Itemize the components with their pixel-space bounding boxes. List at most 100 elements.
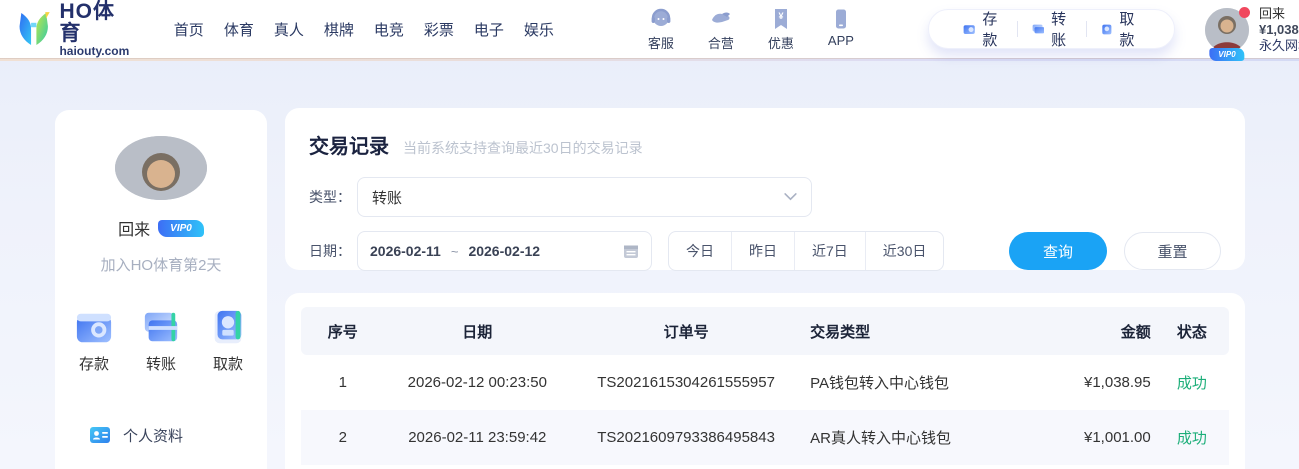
transaction-filter-card: 交易记录 当前系统支持查询最近30日的交易记录 类型： 转账 日期： 2026-… [285,108,1245,270]
user-balance: ¥1,038.95 [1259,22,1299,38]
range-yesterday-button[interactable]: 昨日 [731,232,794,270]
user-name: 回来 [1259,6,1299,22]
range-today-button[interactable]: 今日 [669,232,731,270]
status-badge: 成功 [1155,410,1229,465]
brand-domain: haiouty.com [59,45,131,58]
profile-name: 回来 [118,216,150,240]
cell-date: 2026-02-11 23:59:42 [385,410,571,465]
svg-text:¥: ¥ [778,11,783,21]
phone-icon [829,7,853,31]
header-order: 订单号 [570,307,802,355]
chevron-down-icon [784,193,797,201]
top-navbar: HO体育 haiouty.com 首页 体育 真人 棋牌 电竞 彩票 电子 娱乐… [0,0,1299,58]
nav-item-slots[interactable]: 电子 [474,19,504,40]
nav-item-entertainment[interactable]: 娱乐 [524,19,554,40]
sidebar-transfer-button[interactable]: 转账 [140,309,182,374]
transaction-table-card: 序号 日期 订单号 交易类型 金额 状态 1 2026-02-12 00:23:… [285,293,1245,469]
promotions-label: 优惠 [768,33,794,52]
app-label: APP [828,33,854,48]
range-30days-button[interactable]: 近30日 [865,232,944,270]
transfer-card-icon [140,309,182,347]
coupon-icon: ¥ [769,7,793,31]
withdraw-button[interactable]: 取款 [1087,8,1154,50]
date-range-input[interactable]: 2026-02-11 ~ 2026-02-12 [357,231,652,271]
sidebar-item-profile[interactable]: 个人资料 [55,414,267,456]
deposit-icon [963,21,975,37]
nav-item-home[interactable]: 首页 [174,19,204,40]
sidebar-menu: 个人资料 交易记录 [55,414,267,469]
header-date: 日期 [385,307,571,355]
wallet-shortcuts: 存款 转账 取款 [73,309,249,374]
nav-item-lottery[interactable]: 彩票 [424,19,454,40]
sidebar-deposit-button[interactable]: 存款 [73,309,115,374]
wallet-actions-pill: 存款 转账 取款 [928,9,1175,49]
page-subtitle: 当前系统支持查询最近30日的交易记录 [403,138,643,158]
cell-type: AR真人转入中心钱包 [802,410,1034,465]
withdraw-label: 取款 [1119,8,1140,50]
nav-item-cards[interactable]: 棋牌 [324,19,354,40]
withdraw-icon [1101,21,1113,38]
deposit-button[interactable]: 存款 [949,8,1017,50]
site-url-label: 永久网址： [1259,38,1299,53]
cell-amount: ¥1,038.95 [1034,355,1155,410]
date-to-value: 2026-02-12 [468,243,540,259]
type-selected-value: 转账 [372,187,784,208]
transfer-label: 转账 [1051,8,1072,50]
status-badge: 成功 [1155,355,1229,410]
calendar-icon [623,243,639,259]
cell-type: PA钱包转入中心钱包 [802,355,1034,410]
sidebar-transfer-label: 转账 [146,353,176,374]
header-index: 序号 [301,307,385,355]
nav-item-sports[interactable]: 体育 [224,19,254,40]
partnership-button[interactable]: 合营 [700,7,742,52]
reset-button[interactable]: 重置 [1124,232,1221,270]
cell-index: 2 [301,410,385,465]
nav-item-live[interactable]: 真人 [274,19,304,40]
range-7days-button[interactable]: 近7日 [794,232,865,270]
id-card-icon [89,424,111,446]
date-separator: ~ [451,244,459,259]
brand-logo[interactable]: HO体育 haiouty.com [16,1,132,58]
table-header-row: 序号 日期 订单号 交易类型 金额 状态 [301,307,1229,355]
transactions-table: 序号 日期 订单号 交易类型 金额 状态 1 2026-02-12 00:23:… [301,307,1229,465]
table-row: 1 2026-02-12 00:23:50 TS2021615304261555… [301,355,1229,410]
nav-item-esports[interactable]: 电竞 [374,19,404,40]
sidebar-withdraw-button[interactable]: 取款 [207,309,249,374]
quick-icons-group: 客服 合营 ¥ 优惠 APP [640,7,862,52]
transaction-type-select[interactable]: 转账 [357,177,812,217]
withdraw-atm-icon [207,309,249,347]
partnership-label: 合营 [708,33,734,52]
header-status: 状态 [1155,307,1229,355]
transfer-button[interactable]: 转账 [1018,8,1086,50]
cell-index: 1 [301,355,385,410]
date-field-label: 日期： [309,241,357,261]
avatar-photo [115,136,207,200]
type-field-label: 类型： [309,187,357,207]
vip-badge: VIP0 [1209,48,1244,61]
promotions-button[interactable]: ¥ 优惠 [760,7,802,52]
cell-amount: ¥1,001.00 [1034,410,1155,465]
deposit-wallet-icon [73,309,115,347]
cell-date: 2026-02-12 00:23:50 [385,355,571,410]
user-block[interactable]: VIP0 回来 ¥1,038.95 永久网址：haiouty.com [1205,4,1299,55]
customer-service-button[interactable]: 客服 [640,7,682,52]
sidebar-deposit-label: 存款 [79,353,109,374]
navbar-divider [0,58,1299,61]
vip-badge: VIP0 [158,220,204,237]
main-nav: 首页 体育 真人 棋牌 电竞 彩票 电子 娱乐 [174,19,554,40]
notification-dot [1239,7,1250,18]
table-row: 2 2026-02-11 23:59:42 TS2021609793386495… [301,410,1229,465]
brand-name: HO体育 [59,1,131,45]
profile-avatar[interactable] [115,136,207,200]
brand-mark-icon [16,9,51,49]
headset-icon [649,7,673,31]
date-from-value: 2026-02-11 [370,243,441,259]
customer-service-label: 客服 [648,33,674,52]
profile-sidebar: 回来 VIP0 加入HO体育第2天 存款 转账 [55,110,267,469]
transfer-icon [1032,21,1044,37]
sidebar-item-profile-label: 个人资料 [123,425,183,446]
sidebar-withdraw-label: 取款 [213,353,243,374]
cell-order: TS2021615304261555957 [570,355,802,410]
app-download-button[interactable]: APP [820,7,862,52]
search-button[interactable]: 查询 [1009,232,1107,270]
